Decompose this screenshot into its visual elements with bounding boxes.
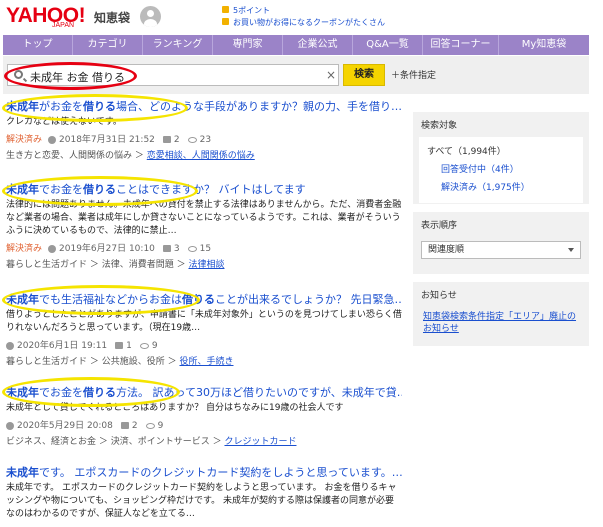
result-category: 暮らしと生活ガイド ＞ 法律、消費者問題 ＞ 法律相談 xyxy=(6,260,225,270)
nav-official[interactable]: 企業公式 xyxy=(283,35,353,55)
clock-icon xyxy=(6,341,14,350)
yellow-highlight-oval xyxy=(2,176,198,206)
promo-points-label: 5ポイント xyxy=(233,6,271,15)
search-target-heading: 検索対象 xyxy=(421,121,458,131)
notice-heading: お知らせ xyxy=(421,291,457,301)
view-count: 9 xyxy=(157,421,164,431)
category-path: 生き方と恋愛、人間関係の悩み xyxy=(6,151,133,161)
promo-points[interactable]: 5ポイント xyxy=(222,5,270,16)
yellow-highlight-oval xyxy=(2,94,188,122)
promo-coupon-label: お買い物がお得になるクーポンがたくさん xyxy=(233,18,385,27)
view-count: 15 xyxy=(199,244,212,254)
notice-wrap: 知恵袋検索条件指定「エリア」廃止のお知らせ xyxy=(413,307,589,339)
title-text: ことが出来るでしょうか？ 先日緊急… xyxy=(215,293,402,306)
promo-coupon[interactable]: お買い物がお得になるクーポンがたくさん xyxy=(222,17,385,28)
result-title[interactable]: 未成年です。 エポスカードのクレジットカード契約をしようと思っています。… xyxy=(6,466,402,480)
avatar[interactable] xyxy=(140,6,161,27)
eye-icon xyxy=(187,136,197,143)
clear-icon[interactable]: × xyxy=(326,68,336,82)
title-keyword: 未成年 xyxy=(6,466,39,479)
result-category: 生き方と恋愛、人間関係の悩み ＞ 恋愛相談、人間関係の悩み xyxy=(6,151,255,161)
target-solved[interactable]: 解決済み（1,975件） xyxy=(427,179,575,197)
yahoo-logo-sub: JAPAN xyxy=(52,22,75,29)
view-count: 9 xyxy=(151,341,158,351)
result-meta: 2020年5月29日 20:08 2 9 xyxy=(6,418,402,431)
comment-icon xyxy=(162,245,171,252)
search-button[interactable]: 検索 xyxy=(343,64,385,86)
category-link[interactable]: 役所、手続き xyxy=(179,357,233,367)
clock-icon xyxy=(48,244,57,253)
result-date: 2020年6月1日 19:11 xyxy=(17,341,108,351)
category-path: 暮らしと生活ガイド ＞ 公共施設、役所 xyxy=(6,357,165,367)
notice-link[interactable]: 知恵袋検索条件指定「エリア」廃止のお知らせ xyxy=(423,311,579,335)
category-link[interactable]: 恋愛相談、人間関係の悩み xyxy=(147,151,255,161)
comment-icon xyxy=(115,342,124,349)
nav-qa-list[interactable]: Q&A一覧 xyxy=(353,35,423,55)
clock-icon xyxy=(48,135,57,144)
plus-icon: ＋ xyxy=(391,71,401,81)
sidebar: 検索対象 すべて（1,994件） 回答受付中（4件） 解決済み（1,975件） … xyxy=(413,112,589,346)
yellow-highlight-oval xyxy=(2,377,180,407)
category-link[interactable]: クレジットカード xyxy=(224,437,296,447)
sort-box: 表示順序 関連度順 xyxy=(413,212,589,274)
global-nav: トップ カテゴリ ランキング 専門家 企業公式 Q&A一覧 回答コーナー My知… xyxy=(3,35,589,55)
nav-top[interactable]: トップ xyxy=(3,35,73,55)
eye-icon xyxy=(139,342,149,349)
clock-icon xyxy=(6,421,14,430)
nav-ranking[interactable]: ランキング xyxy=(143,35,213,55)
result-date: 2020年5月29日 20:08 xyxy=(17,421,113,431)
answer-count: 2 xyxy=(173,135,180,145)
nav-answer-corner[interactable]: 回答コーナー xyxy=(423,35,499,55)
target-all[interactable]: すべて（1,994件） xyxy=(427,143,575,161)
sort-select[interactable]: 関連度順 xyxy=(421,241,581,259)
search-target-box: 検索対象 すべて（1,994件） 回答受付中（4件） 解決済み（1,975件） xyxy=(413,112,589,204)
header: YAHOO! JAPAN 知恵袋 5ポイント お買い物がお得になるクーポンがたく… xyxy=(0,0,603,34)
answer-count: 2 xyxy=(131,421,138,431)
condition-label: 条件指定 xyxy=(400,71,437,81)
notice-box: お知らせ 知恵袋検索条件指定「エリア」廃止のお知らせ xyxy=(413,282,589,346)
yellow-highlight-oval xyxy=(2,285,200,315)
result-category: 暮らしと生活ガイド ＞ 公共施設、役所 ＞ 役所、手続き xyxy=(6,357,234,367)
view-count: 23 xyxy=(199,135,212,145)
answer-count: 3 xyxy=(173,244,180,254)
status-badge: 解決済み xyxy=(6,135,43,145)
result-meta: 2020年6月1日 19:11 1 9 xyxy=(6,338,402,351)
result-item: 未成年です。 エポスカードのクレジットカード契約をしようと思っています。… 未成… xyxy=(6,466,402,522)
category-path: ビジネス、経済とお金 ＞ 決済、ポイントサービス xyxy=(6,437,210,447)
eye-icon xyxy=(187,245,197,252)
result-meta: 解決済み 2018年7月31日 21:52 2 23 xyxy=(6,132,402,145)
coupon-icon xyxy=(222,6,229,13)
status-badge: 解決済み xyxy=(6,244,43,254)
nav-expert[interactable]: 専門家 xyxy=(213,35,283,55)
sort-heading: 表示順序 xyxy=(421,221,458,231)
result-date: 2018年7月31日 21:52 xyxy=(59,135,155,145)
red-highlight-oval xyxy=(4,62,137,90)
service-name[interactable]: 知恵袋 xyxy=(94,9,130,26)
sort-select-wrap: 関連度順 xyxy=(413,237,589,263)
result-category: ビジネス、経済とお金 ＞ 決済、ポイントサービス ＞ クレジットカード xyxy=(6,437,297,447)
nav-my-chiebukuro[interactable]: My知恵袋 xyxy=(499,35,589,55)
category-path: 暮らしと生活ガイド ＞ 法律、消費者問題 xyxy=(6,260,174,270)
comment-icon xyxy=(120,422,129,429)
nav-category[interactable]: カテゴリ xyxy=(73,35,143,55)
comment-icon xyxy=(162,136,171,143)
target-open[interactable]: 回答受付中（4件） xyxy=(427,161,575,179)
title-text: です。 エポスカードのクレジットカード契約をしようと思っています。… xyxy=(39,466,402,479)
condition-button[interactable]: ＋条件指定 xyxy=(391,68,436,81)
search-target-list: すべて（1,994件） 回答受付中（4件） 解決済み（1,975件） xyxy=(419,137,583,203)
eye-icon xyxy=(145,422,155,429)
result-snippet: 未成年です。 エポスカードのクレジットカード契約をしようと思っています。 お金を… xyxy=(6,483,397,519)
result-date: 2019年6月27日 10:10 xyxy=(59,244,155,254)
answer-count: 1 xyxy=(126,341,132,351)
category-link[interactable]: 法律相談 xyxy=(188,260,224,270)
result-meta: 解決済み 2019年6月27日 10:10 3 15 xyxy=(6,241,402,254)
coupon-icon xyxy=(222,18,229,25)
